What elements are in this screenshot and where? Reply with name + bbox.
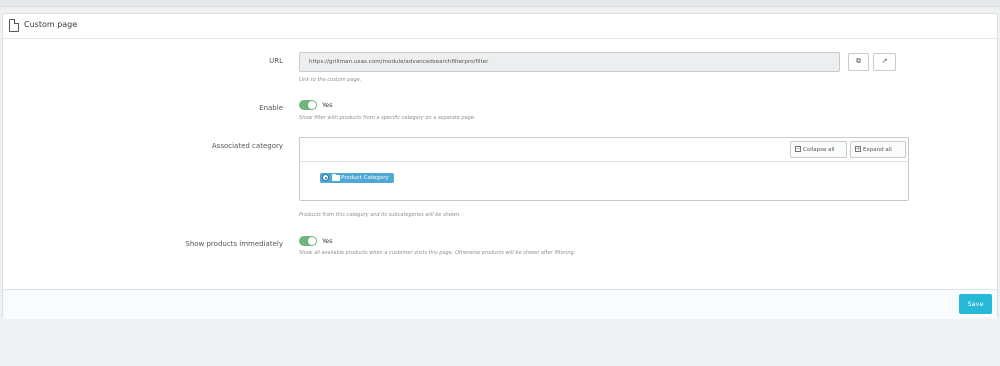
enable-help: Show filter with products from a specifi… [299, 115, 476, 121]
panel-header: Custom page [3, 14, 997, 39]
folder-icon [332, 174, 340, 181]
url-label: URL [269, 57, 283, 65]
minus-square-icon: − [795, 146, 801, 152]
url-field[interactable]: https://grillman.uxas.com/module/advance… [299, 52, 840, 72]
expand-all-label: Expand all [863, 147, 892, 153]
panel-footer [3, 289, 997, 319]
radio-icon[interactable] [322, 174, 329, 181]
collapse-all-button[interactable]: − Collapse all [790, 141, 847, 158]
plus-square-icon: + [855, 146, 861, 152]
category-tree: − Collapse all + Expand all [299, 137, 909, 201]
url-value: https://grillman.uxas.com/module/advance… [309, 59, 489, 65]
external-link-icon: ↗ [881, 57, 888, 65]
immediate-toggle[interactable] [299, 236, 317, 246]
tree-item-label: Product Category [341, 175, 389, 181]
expand-all-button[interactable]: + Expand all [850, 141, 906, 158]
panel-title: Custom page [24, 20, 78, 29]
copy-icon: ⧉ [856, 57, 861, 65]
immediate-help: Show all available products when a custo… [299, 250, 576, 256]
url-help: Link to the custom page. [299, 77, 362, 83]
category-label: Associated category [211, 142, 283, 150]
immediate-value: Yes [322, 237, 333, 245]
tree-item-product-category[interactable]: Product Category [320, 173, 394, 183]
open-url-button[interactable]: ↗ [873, 53, 896, 71]
copy-url-button[interactable]: ⧉ [848, 53, 869, 71]
enable-label: Enable [259, 104, 283, 112]
save-button[interactable]: Save [959, 294, 992, 314]
top-strip [0, 0, 1000, 7]
category-help: Products from this category and its subc… [299, 212, 461, 218]
enable-toggle[interactable] [299, 100, 317, 110]
tree-toolbar: − Collapse all + Expand all [300, 138, 908, 162]
document-icon [9, 19, 19, 32]
immediate-label: Show products immediately [185, 240, 283, 248]
collapse-all-label: Collapse all [803, 147, 835, 153]
enable-value: Yes [322, 101, 333, 109]
